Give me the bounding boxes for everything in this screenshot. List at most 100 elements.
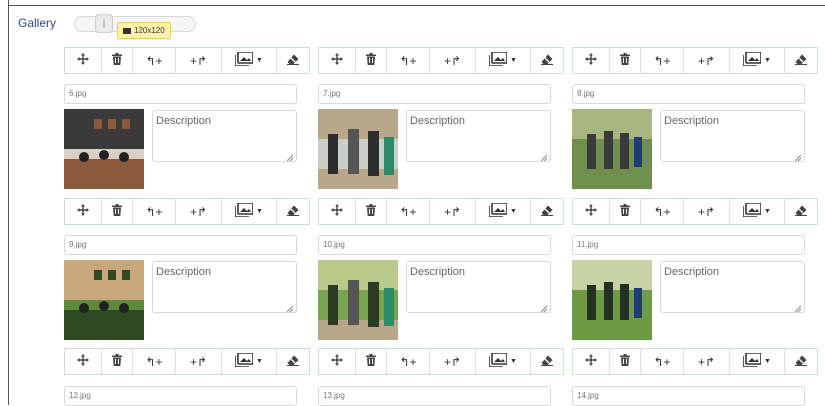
move-icon [77, 53, 89, 68]
image-options-button[interactable]: ▼ [222, 349, 277, 374]
redo-label: +↱ [697, 53, 716, 68]
eraser-icon [795, 54, 807, 68]
move-button[interactable] [319, 349, 356, 374]
delete-button[interactable] [610, 349, 641, 374]
resize-handle-icon[interactable] [794, 152, 802, 162]
delete-button[interactable] [356, 349, 387, 374]
erase-button[interactable] [785, 349, 817, 374]
image-options-button[interactable]: ▼ [222, 199, 277, 224]
description-textarea[interactable]: Description [406, 261, 551, 313]
eraser-icon [541, 54, 553, 68]
image-icon [234, 51, 254, 69]
move-button[interactable] [573, 199, 610, 224]
redo-button[interactable]: +↱ [176, 199, 222, 224]
filename-input[interactable]: 7.jpg [318, 84, 551, 104]
undo-button[interactable]: ↰+ [133, 199, 176, 224]
image-options-button[interactable]: ▼ [476, 48, 531, 73]
description-textarea[interactable]: Description [660, 110, 805, 162]
resize-handle-icon[interactable] [286, 152, 294, 162]
chevron-down-icon: ▼ [764, 208, 771, 215]
item-toolbar: ↰+ +↱ ▼ [64, 198, 310, 225]
image-options-button[interactable]: ▼ [476, 349, 531, 374]
image-icon [742, 51, 762, 69]
redo-button[interactable]: +↱ [430, 349, 476, 374]
image-options-button[interactable]: ▼ [222, 48, 277, 73]
resize-handle-icon[interactable] [794, 303, 802, 313]
move-button[interactable] [65, 48, 102, 73]
photo-thumbnail[interactable] [572, 109, 652, 189]
filename-input[interactable]: 6.jpg [64, 84, 297, 104]
image-options-button[interactable]: ▼ [730, 349, 785, 374]
undo-button[interactable]: ↰+ [133, 48, 176, 73]
erase-button[interactable] [785, 48, 817, 73]
redo-button[interactable]: +↱ [176, 349, 222, 374]
image-icon [742, 202, 762, 220]
filename-input[interactable]: 14.jpg [572, 386, 805, 406]
delete-button[interactable] [356, 199, 387, 224]
erase-button[interactable] [531, 199, 563, 224]
undo-button[interactable]: ↰+ [133, 349, 176, 374]
delete-button[interactable] [610, 48, 641, 73]
resize-handle-icon[interactable] [286, 303, 294, 313]
erase-button[interactable] [277, 349, 309, 374]
frame-top-border [8, 5, 825, 6]
delete-button[interactable] [102, 48, 133, 73]
description-textarea[interactable]: Description [660, 261, 805, 313]
undo-label: ↰+ [399, 53, 417, 68]
move-button[interactable] [319, 48, 356, 73]
undo-button[interactable]: ↰+ [641, 48, 684, 73]
photo-thumbnail[interactable] [318, 109, 398, 189]
delete-button[interactable] [102, 199, 133, 224]
image-options-button[interactable]: ▼ [730, 199, 785, 224]
move-button[interactable] [65, 349, 102, 374]
redo-button[interactable]: +↱ [176, 48, 222, 73]
filename-input[interactable]: 12.jpg [64, 386, 297, 406]
undo-button[interactable]: ↰+ [387, 48, 430, 73]
redo-button[interactable]: +↱ [684, 349, 730, 374]
move-button[interactable] [65, 199, 102, 224]
chevron-down-icon: ▼ [510, 358, 517, 365]
photo-thumbnail[interactable] [64, 109, 144, 189]
delete-button[interactable] [356, 48, 387, 73]
filename-input[interactable]: 11.jpg [572, 235, 805, 255]
erase-button[interactable] [531, 48, 563, 73]
move-button[interactable] [573, 349, 610, 374]
description-textarea[interactable]: Description [406, 110, 551, 162]
erase-button[interactable] [531, 349, 563, 374]
delete-button[interactable] [610, 199, 641, 224]
filename-input[interactable]: 10.jpg [318, 235, 551, 255]
move-button[interactable] [573, 48, 610, 73]
filename-input[interactable]: 9.jpg [64, 235, 297, 255]
description-textarea[interactable]: Description [152, 110, 297, 162]
redo-label: +↱ [189, 53, 208, 68]
redo-button[interactable]: +↱ [430, 48, 476, 73]
filename-input[interactable]: 8.jpg [572, 84, 805, 104]
erase-button[interactable] [277, 199, 309, 224]
undo-button[interactable]: ↰+ [641, 199, 684, 224]
redo-button[interactable]: +↱ [684, 48, 730, 73]
undo-button[interactable]: ↰+ [387, 199, 430, 224]
item-toolbar: ↰+ +↱ ▼ [318, 198, 564, 225]
redo-button[interactable]: +↱ [684, 199, 730, 224]
resize-handle-icon[interactable] [540, 152, 548, 162]
slider-handle[interactable] [95, 14, 113, 33]
description-textarea[interactable]: Description [152, 261, 297, 313]
eraser-icon [287, 205, 299, 219]
filename-input[interactable]: 13.jpg [318, 386, 551, 406]
undo-button[interactable]: ↰+ [641, 349, 684, 374]
eraser-icon [287, 355, 299, 369]
photo-thumbnail[interactable] [318, 260, 398, 340]
photo-thumbnail[interactable] [64, 260, 144, 340]
resize-handle-icon[interactable] [540, 303, 548, 313]
image-options-button[interactable]: ▼ [730, 48, 785, 73]
trash-icon [112, 53, 122, 68]
move-button[interactable] [319, 199, 356, 224]
redo-button[interactable]: +↱ [430, 199, 476, 224]
eraser-icon [287, 54, 299, 68]
erase-button[interactable] [277, 48, 309, 73]
photo-thumbnail[interactable] [572, 260, 652, 340]
undo-button[interactable]: ↰+ [387, 349, 430, 374]
erase-button[interactable] [785, 199, 817, 224]
delete-button[interactable] [102, 349, 133, 374]
image-options-button[interactable]: ▼ [476, 199, 531, 224]
